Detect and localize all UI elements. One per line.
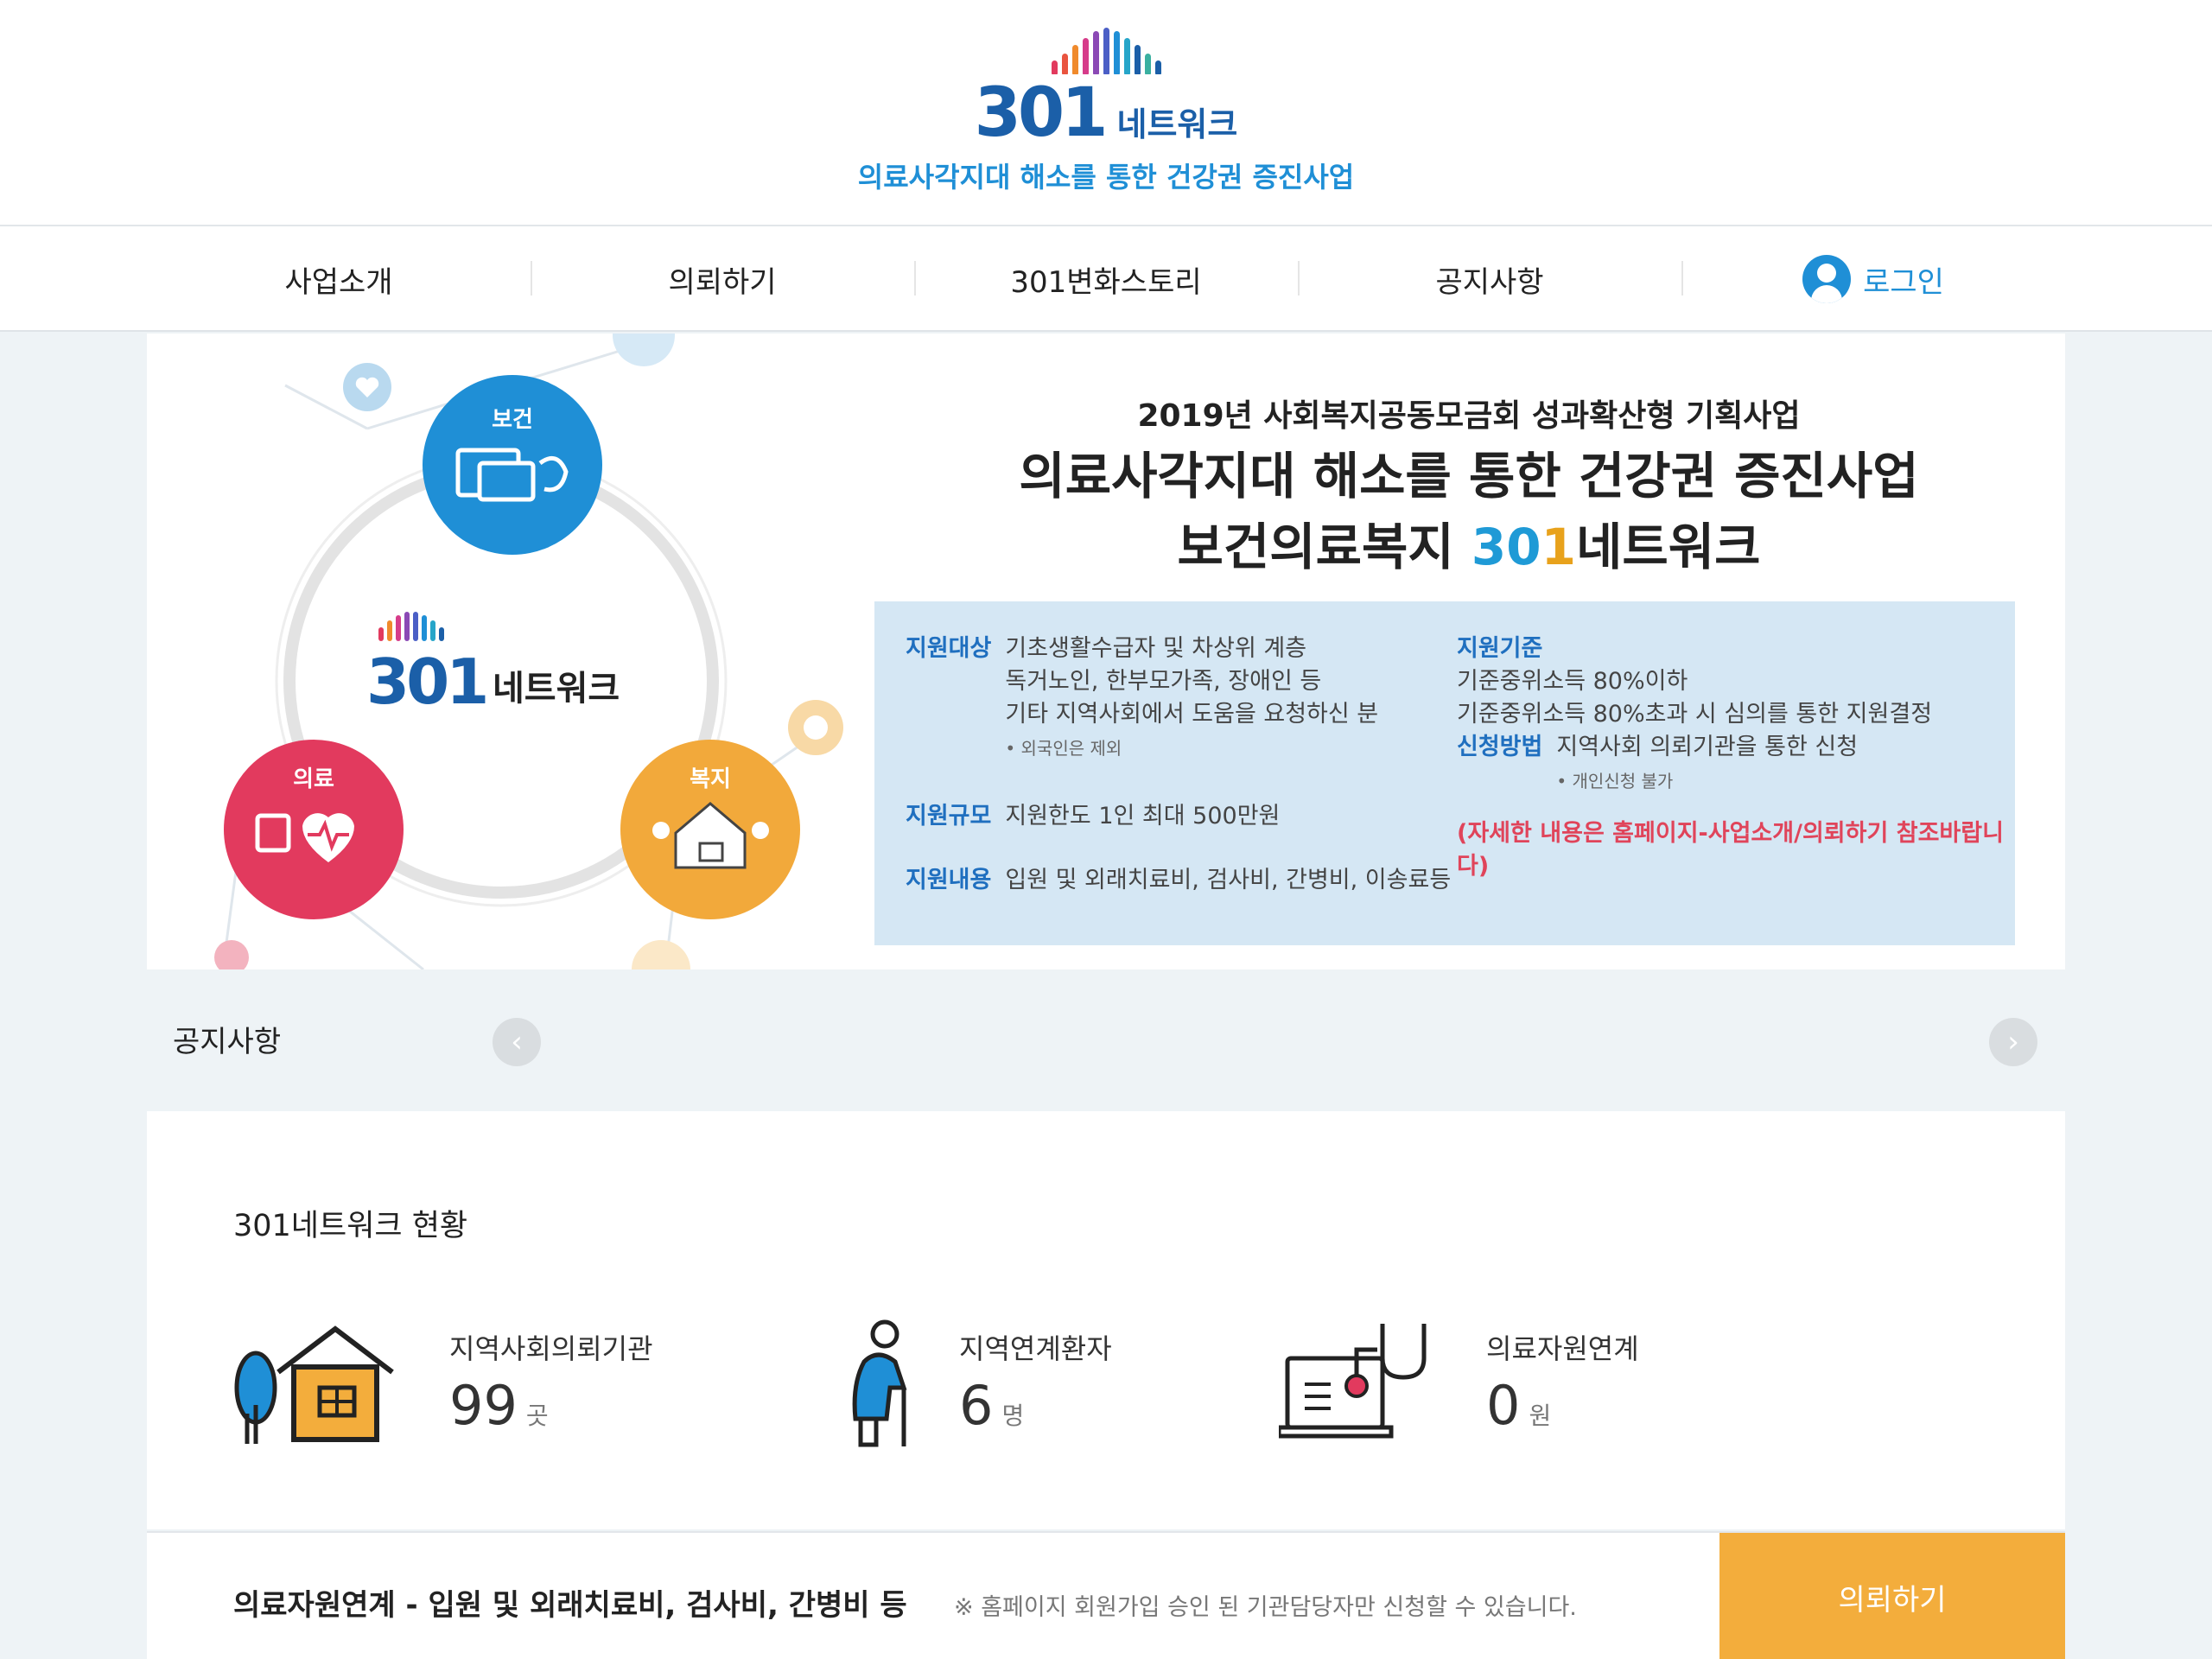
notice-slider: 공지사항 ‹ › bbox=[147, 969, 2065, 1111]
user-icon bbox=[1802, 255, 1852, 303]
main-nav: 사업소개 의뢰하기 301변화스토리 공지사항 로그인 bbox=[0, 226, 2212, 332]
stat-value: 0원 bbox=[1486, 1374, 1552, 1437]
center-logo: 301 네트워크 bbox=[366, 612, 620, 718]
logo-bars-icon bbox=[1051, 26, 1161, 74]
logo-word: 네트워크 bbox=[1116, 105, 1238, 143]
info-detail-notice: (자세한 내용은 홈페이지-사업소개/의뢰하기 참조바랍니다) bbox=[1457, 820, 2004, 880]
network-illustration: 보건 의료 복지 301 네트워크 bbox=[214, 334, 843, 969]
svg-text:복지: 복지 bbox=[690, 766, 731, 792]
login-label: 로그인 bbox=[1863, 264, 1944, 300]
stat-value: 6명 bbox=[959, 1374, 1025, 1437]
status-title: 301네트워크 현황 bbox=[233, 1209, 468, 1243]
house-icon bbox=[234, 1325, 394, 1444]
info-scale: 지원규모 지원한도 1인 최대 500만원 bbox=[906, 803, 1281, 830]
chevron-right-icon: › bbox=[2007, 1025, 2019, 1059]
stat-label: 지역사회의뢰기관 bbox=[449, 1332, 653, 1365]
stat-label: 의료자원연계 bbox=[1486, 1332, 1639, 1365]
site-logo[interactable]: 301 네트워크 의료사각지대 해소를 통한 건강권 증진사업 bbox=[0, 26, 2212, 195]
login-button[interactable]: 로그인 bbox=[1681, 226, 2065, 332]
network-status-section: 301네트워크 현황 지역사회의뢰기관 99 곳 지역연계환자 6명 의료자원연… bbox=[147, 1111, 2065, 1529]
stat-linked-patients: 지역연계환자 6명 bbox=[830, 1319, 1313, 1457]
info-criteria: 지원기준 기준중위소득 80%이하 기준중위소득 80%초과 시 심의를 통한 … bbox=[1457, 635, 1933, 728]
request-bar: 의료자원연계 - 입원 및 외래치료비, 검사비, 간병비 등 ※ 홈페이지 회… bbox=[147, 1531, 2065, 1659]
stat-referral-agencies: 지역사회의뢰기관 99 곳 bbox=[233, 1319, 752, 1457]
svg-text:네트워크: 네트워크 bbox=[493, 669, 620, 709]
nav-item-notice[interactable]: 공지사항 bbox=[1298, 226, 1681, 332]
info-method: 신청방법 지역사회 의뢰기관을 통한 신청 • 개인신청 불가 bbox=[1457, 734, 1859, 791]
prev-notice-button[interactable]: ‹ bbox=[493, 1018, 541, 1066]
nav-item-about[interactable]: 사업소개 bbox=[147, 226, 531, 332]
banner-title-network: 보건의료복지 301네트워크 bbox=[1177, 518, 1761, 576]
support-info-box: 지원대상 기초생활수급자 및 차상위 계층 독거노인, 한부모가족, 장애인 등… bbox=[874, 601, 2015, 945]
chevron-left-icon: ‹ bbox=[511, 1025, 523, 1059]
nav-item-request[interactable]: 의뢰하기 bbox=[531, 226, 914, 332]
elderly-person-icon bbox=[852, 1319, 907, 1447]
stat-label: 지역연계환자 bbox=[959, 1332, 1112, 1365]
hero-banner[interactable]: 보건 의료 복지 301 네트워크 2019년 사회복지공동모금회 성과확산형 … bbox=[147, 334, 2065, 969]
svg-text:보건: 보건 bbox=[492, 407, 533, 433]
request-note: ※ 홈페이지 회원가입 승인 된 기관담당자만 신청할 수 있습니다. bbox=[954, 1594, 1577, 1621]
info-target: 지원대상 기초생활수급자 및 차상위 계층 독거노인, 한부모가족, 장애인 등… bbox=[906, 635, 1379, 759]
banner-subtitle: 2019년 사회복지공동모금회 성과확산형 기획사업 bbox=[1137, 398, 1801, 434]
site-tagline: 의료사각지대 해소를 통한 건강권 증진사업 bbox=[857, 161, 1355, 194]
svg-text:301: 301 bbox=[366, 645, 486, 718]
next-notice-button[interactable]: › bbox=[1989, 1018, 2037, 1066]
notice-title[interactable]: 공지사항 bbox=[173, 1018, 281, 1060]
request-description: 의료자원연계 - 입원 및 외래치료비, 검사비, 간병비 등 bbox=[233, 1588, 907, 1623]
nav-item-stories[interactable]: 301변화스토리 bbox=[914, 226, 1298, 332]
medical-device-icon bbox=[1279, 1324, 1427, 1439]
info-content: 지원내용 입원 및 외래치료비, 검사비, 간병비, 이송료등 bbox=[906, 867, 1452, 893]
request-button[interactable]: 의뢰하기 bbox=[1719, 1533, 2065, 1659]
site-header: 301 네트워크 의료사각지대 해소를 통한 건강권 증진사업 bbox=[0, 0, 2212, 226]
logo-number: 301 bbox=[974, 74, 1109, 152]
banner-title: 의료사각지대 해소를 통한 건강권 증진사업 bbox=[1019, 447, 1919, 505]
stat-medical-resources: 의료자원연계 0원 bbox=[1279, 1319, 1797, 1457]
stat-value: 99 곳 bbox=[449, 1374, 549, 1437]
svg-text:의료: 의료 bbox=[293, 766, 334, 792]
